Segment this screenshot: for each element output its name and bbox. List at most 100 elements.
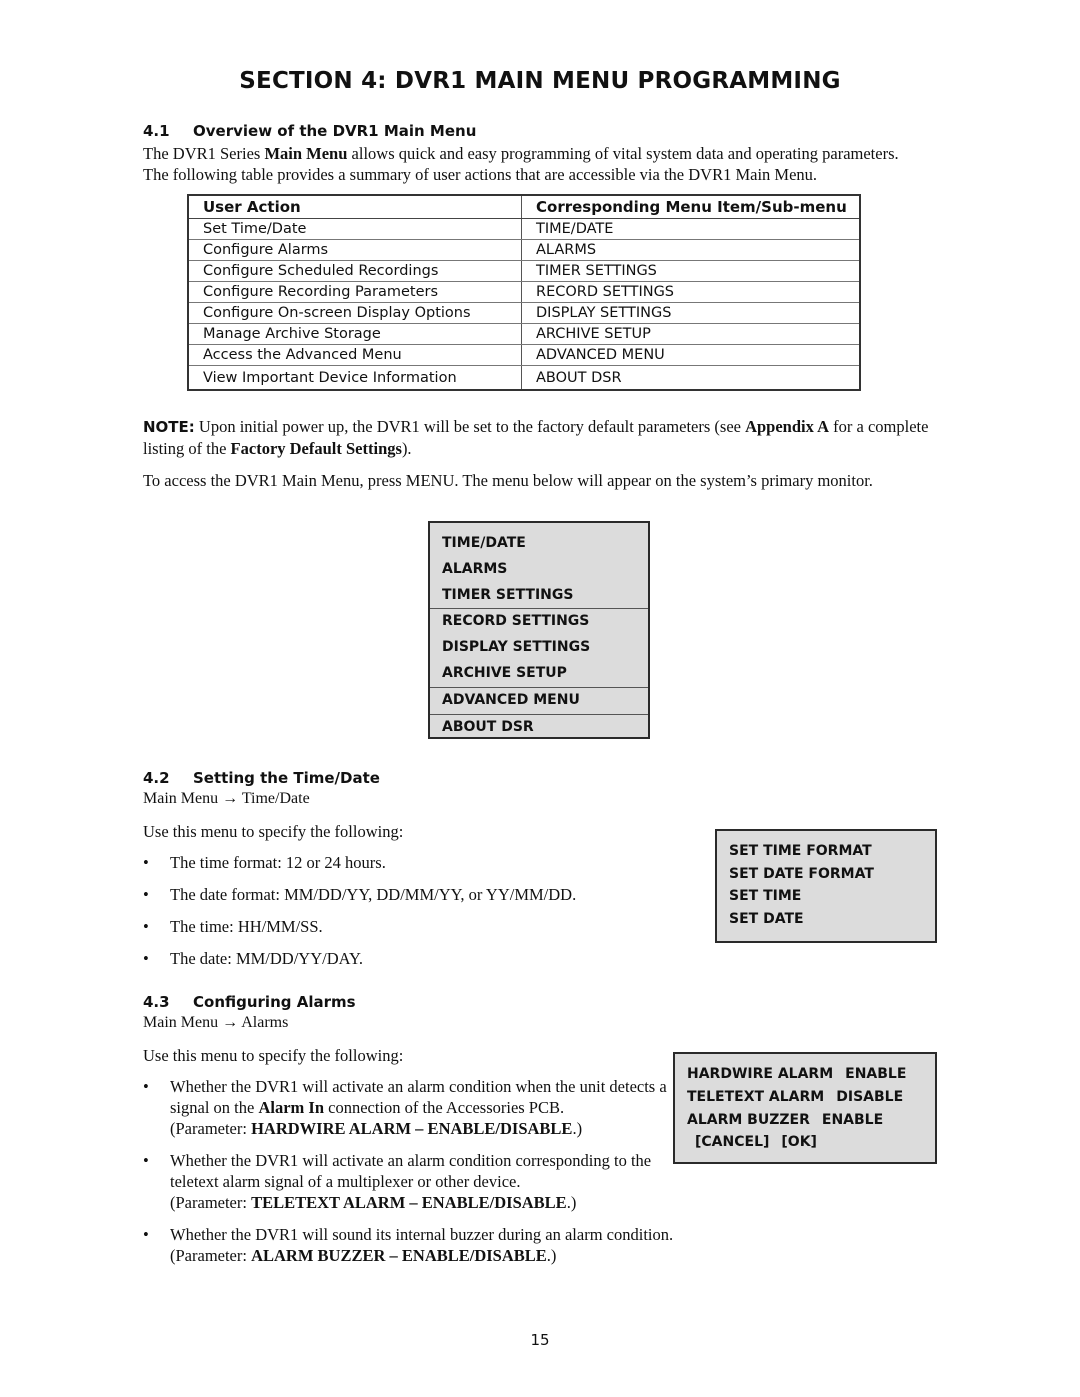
table-row: View Important Device Information ABOUT D… [188,365,860,390]
list-item: Whether the DVR1 will sound its internal… [143,1224,730,1266]
intro-text-2: The following table provides a summary o… [143,165,818,184]
alarm-buttons-row: [CANCEL] [OK] [675,1131,935,1154]
appendix-ref: Appendix A [745,417,830,436]
list-item: The date: MM/DD/YY/DAY. [143,948,703,969]
main-menu-item[interactable]: ADVANCED MENU [430,688,648,715]
intro-text: allows quick and easy programming of vit… [347,144,899,163]
list-item: The time: HH/MM/SS. [143,916,703,937]
alarm-setting-row[interactable]: HARDWIRE ALARM ENABLE [675,1063,935,1086]
alarms-lead: Use this menu to specify the following: [143,1046,404,1065]
alarms-osd: HARDWIRE ALARM ENABLE TELETEXT ALARM DISABL… [673,1052,937,1164]
time-date-menu-item[interactable]: SET TIME FORMAT [717,840,935,863]
main-menu-osd: TIME/DATE ALARMS TIMER SETTINGS RECORD SETT… [428,521,650,739]
param-suffix: .) [566,1193,577,1212]
main-menu-item[interactable]: ALARMS [430,557,648,583]
note-text: Upon initial power up, the DVR1 will be … [194,417,746,436]
section-title: Overview of the DVR1 Main Menu [193,122,477,140]
menu-key-ref: MENU [405,471,455,490]
user-action-cell: View Important Device Information [188,365,522,390]
list-item: The date format: MM/DD/YY, DD/MM/YY, or … [143,884,703,905]
menu-item-cell: ALARMS [521,239,860,261]
bullet-text: Whether the DVR1 will activate an alarm … [170,1151,652,1191]
table-header-row: User Action Corresponding Menu Item/Sub-… [188,195,860,219]
alarm-setting-label: HARDWIRE ALARM [687,1066,834,1082]
user-action-cell: Manage Archive Storage [188,323,522,345]
page-number: 15 [530,1331,550,1349]
table-row: Configure On-screen Display Options DISPL… [188,302,860,324]
menu-item-cell: ARCHIVE SETUP [521,323,860,345]
main-menu-item[interactable]: RECORD SETTINGS [430,609,648,635]
note-paragraph: NOTE: Upon initial power up, the DVR1 wi… [143,416,933,459]
list-item: Whether the DVR1 will activate an alarm … [143,1076,703,1139]
ok-button[interactable]: [OK] [781,1134,817,1150]
main-menu-item[interactable]: DISPLAY SETTINGS [430,635,648,661]
alarm-setting-label: TELETEXT ALARM [687,1088,825,1105]
section-number: 4.3 [143,993,170,1011]
section-number: 4.1 [143,122,170,140]
section-number: 4.2 [143,769,170,787]
access-text: . The menu below will appear on the syst… [454,471,873,490]
time-date-menu-item[interactable]: SET DATE FORMAT [717,863,935,886]
user-action-cell: Set Time/Date [188,218,522,240]
column-header: Corresponding Menu Item/Sub-menu [521,195,860,219]
table-row: Configure Alarms ALARMS [188,239,860,261]
intro-text: The DVR1 Series [143,144,265,163]
alarm-bullets: Whether the DVR1 will activate an alarm … [143,1076,703,1266]
section-4-1-intro: The DVR1 Series Main Menu allows quick a… [143,143,943,185]
param-name: HARDWIRE ALARM – ENABLE/DISABLE [251,1119,573,1138]
user-action-cell: Configure Scheduled Recordings [188,260,522,282]
alarm-setting-value[interactable]: ENABLE [822,1112,883,1128]
section-4-1-heading: 4.1 Overview of the DVR1 Main Menu [143,122,476,140]
bullet-text: connection of the Accessories PCB. [324,1098,565,1117]
time-date-menu-item[interactable]: SET TIME [717,885,935,908]
menu-item-cell: DISPLAY SETTINGS [521,302,860,324]
user-action-cell: Configure On-screen Display Options [188,302,522,324]
time-date-menu-item[interactable]: SET DATE [717,908,935,931]
main-menu-item[interactable]: TIME/DATE [430,531,648,557]
table-row: Set Time/Date TIME/DATE [188,218,860,240]
user-action-cell: Configure Recording Parameters [188,281,522,303]
alarm-setting-row[interactable]: ALARM BUZZER ENABLE [675,1109,935,1132]
list-item: The time format: 12 or 24 hours. [143,852,703,873]
main-menu-item[interactable]: ARCHIVE SETUP [430,661,648,688]
column-header: User Action [188,195,522,219]
param-suffix: .) [572,1119,583,1138]
table-row: Manage Archive Storage ARCHIVE SETUP [188,323,860,345]
page-title: SECTION 4: DVR1 MAIN MENU PROGRAMMING [239,68,841,94]
param-prefix: (Parameter: [170,1119,252,1138]
section-title: Configuring Alarms [193,993,356,1011]
alarm-in-ref: Alarm In [258,1098,324,1117]
menu-item-cell: ADVANCED MENU [521,344,860,366]
param-name: TELETEXT ALARM – ENABLE/DISABLE [251,1193,567,1212]
main-menu-item[interactable]: TIMER SETTINGS [430,583,648,610]
alarms-menu-path: Main Menu → Alarms [143,1014,289,1031]
menu-item-cell: RECORD SETTINGS [521,281,860,303]
note-label: NOTE: [143,418,195,436]
param-name: ALARM BUZZER – ENABLE/DISABLE [251,1246,547,1265]
section-4-3-heading: 4.3 Configuring Alarms [143,993,356,1011]
section-4-2-heading: 4.2 Setting the Time/Date [143,769,380,787]
alarm-setting-label: ALARM BUZZER [687,1111,810,1128]
user-action-cell: Access the Advanced Menu [188,344,522,366]
param-prefix: (Parameter: [170,1193,252,1212]
cancel-button[interactable]: [CANCEL] [695,1134,769,1150]
note-text: ). [401,439,412,458]
time-date-menu-path: Main Menu → Time/Date [143,790,310,807]
factory-default-ref: Factory Default Settings [230,439,402,458]
list-item: Whether the DVR1 will activate an alarm … [143,1150,690,1213]
param-prefix: (Parameter: [170,1246,252,1265]
alarm-setting-row[interactable]: TELETEXT ALARM DISABLE [675,1086,935,1109]
param-suffix: .) [546,1246,557,1265]
section-title: Setting the Time/Date [193,769,380,787]
time-date-bullets: The time format: 12 or 24 hours. The date… [143,852,703,980]
user-action-table: User Action Corresponding Menu Item/Sub-… [187,194,861,391]
bullet-text: Whether the DVR1 will sound its internal… [170,1225,674,1244]
alarm-setting-value[interactable]: DISABLE [836,1089,903,1105]
main-menu-item[interactable]: ABOUT DSR [430,715,648,741]
user-action-cell: Configure Alarms [188,239,522,261]
alarm-setting-value[interactable]: ENABLE [845,1066,906,1082]
table-row: Configure Scheduled Recordings TIMER SETT… [188,260,860,282]
table-row: Access the Advanced Menu ADVANCED MENU [188,344,860,366]
table-row: Configure Recording Parameters RECORD SET… [188,281,860,303]
time-date-lead: Use this menu to specify the following: [143,822,404,841]
